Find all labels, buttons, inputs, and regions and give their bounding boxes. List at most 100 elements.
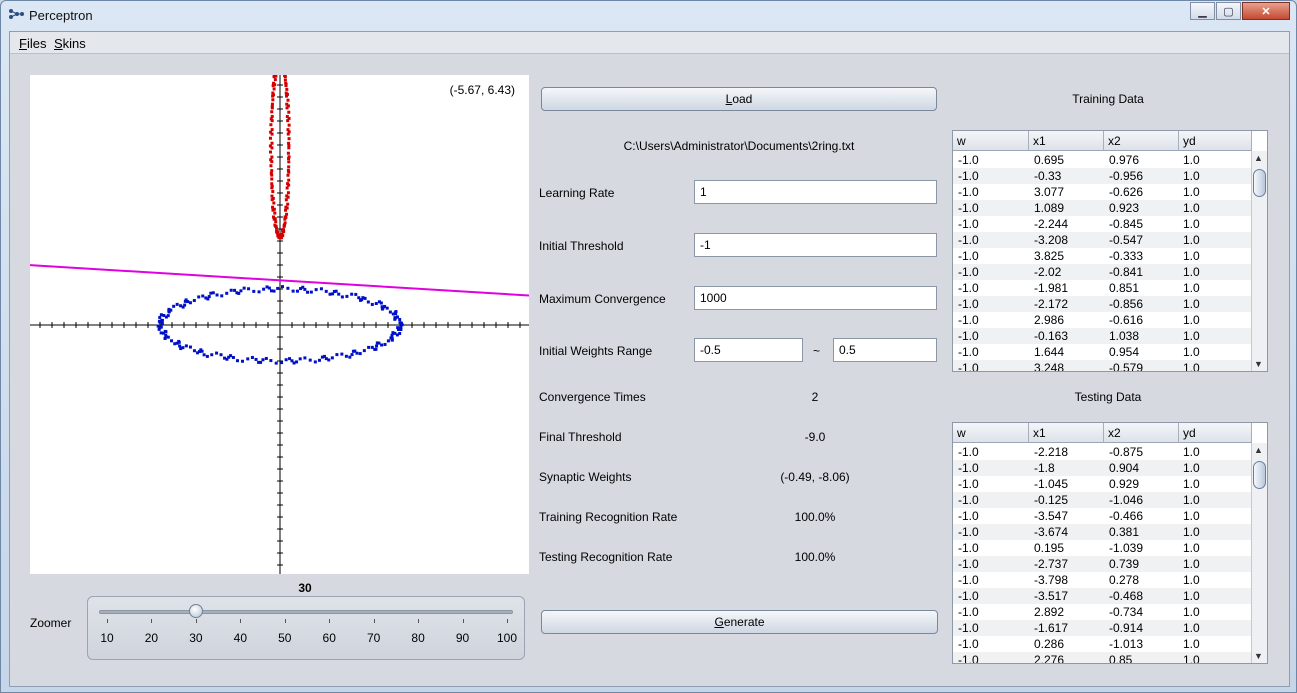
table-row[interactable]: -1.0 -2.02 -0.841 1.0 bbox=[953, 264, 1252, 280]
column-header-x1[interactable]: x1 bbox=[1029, 131, 1104, 151]
training-table[interactable]: w x1 x2 yd -1.0 0.695 0.976 1.0 -1.0 -0.33 -0.… bbox=[952, 130, 1268, 372]
table-row[interactable]: -1.0 3.825 -0.333 1.0 bbox=[953, 248, 1252, 264]
table-row[interactable]: -1.0 0.695 0.976 1.0 bbox=[953, 152, 1252, 168]
table-row[interactable]: -1.0 2.986 -0.616 1.0 bbox=[953, 312, 1252, 328]
table-row[interactable]: -1.0 -3.547 -0.466 1.0 bbox=[953, 508, 1252, 524]
slider-tick bbox=[507, 619, 508, 623]
data-point-class-b bbox=[313, 360, 317, 364]
table-row[interactable]: -1.0 2.892 -0.734 1.0 bbox=[953, 604, 1252, 620]
scroll-up-icon[interactable]: ▲ bbox=[1254, 445, 1263, 455]
table-cell: -1.0 bbox=[958, 525, 979, 539]
table-row[interactable]: -1.0 -0.33 -0.956 1.0 bbox=[953, 168, 1252, 184]
table-cell: 2.276 bbox=[1034, 653, 1065, 663]
title-bar[interactable]: Perceptron ▁ ▢ ✕ bbox=[1, 1, 1296, 31]
learning-rate-input[interactable]: 1 bbox=[694, 180, 937, 204]
plot-canvas[interactable]: (-5.67, 6.43) bbox=[29, 58, 530, 574]
scroll-thumb[interactable] bbox=[1253, 461, 1266, 489]
table-row[interactable]: -1.0 -1.981 0.851 1.0 bbox=[953, 280, 1252, 296]
testing-table[interactable]: w x1 x2 yd -1.0 -2.218 -0.875 1.0 -1.0 -1.8 0.… bbox=[952, 422, 1268, 664]
table-row[interactable]: -1.0 2.276 0.85 1.0 bbox=[953, 652, 1252, 663]
slider-tick bbox=[373, 619, 375, 623]
data-point-class-b bbox=[177, 340, 181, 344]
table-row[interactable]: -1.0 -1.617 -0.914 1.0 bbox=[953, 620, 1252, 636]
table-row[interactable]: -1.0 -3.517 -0.468 1.0 bbox=[953, 588, 1252, 604]
minimize-button[interactable]: ▁ bbox=[1190, 2, 1215, 20]
table-row[interactable]: -1.0 -1.045 0.929 1.0 bbox=[953, 476, 1252, 492]
column-header-x1[interactable]: x1 bbox=[1029, 423, 1104, 443]
training-rate-label: Training Recognition Rate bbox=[539, 510, 678, 524]
column-header-x2[interactable]: x2 bbox=[1104, 423, 1179, 443]
table-row[interactable]: -1.0 -3.798 0.278 1.0 bbox=[953, 572, 1252, 588]
scroll-down-icon[interactable]: ▼ bbox=[1254, 359, 1263, 369]
menu-files[interactable]: Files bbox=[19, 36, 46, 51]
data-point-class-b bbox=[370, 302, 374, 306]
column-header-w[interactable]: w bbox=[953, 423, 1029, 443]
data-point-class-b bbox=[272, 289, 276, 293]
max-convergence-label: Maximum Convergence bbox=[539, 292, 666, 306]
zoomer-slider[interactable]: 10 20 30 40 50 60 70 80 90 100 bbox=[87, 596, 525, 660]
training-scrollbar[interactable]: ▲ ▼ bbox=[1251, 151, 1267, 371]
data-point-class-b bbox=[398, 331, 402, 335]
data-point-class-a bbox=[287, 141, 291, 145]
data-point-class-a bbox=[285, 186, 289, 190]
data-point-class-a bbox=[287, 165, 291, 169]
table-row[interactable]: -1.0 -2.172 -0.856 1.0 bbox=[953, 296, 1252, 312]
table-cell: 1.0 bbox=[1183, 345, 1200, 359]
data-point-class-b bbox=[233, 288, 237, 292]
column-header-x2[interactable]: x2 bbox=[1104, 131, 1179, 151]
slider-tick-label: 60 bbox=[322, 631, 336, 645]
slider-thumb[interactable] bbox=[188, 604, 203, 618]
weights-range-label: Initial Weights Range bbox=[539, 344, 653, 358]
weights-range-min-input[interactable]: -0.5 bbox=[694, 338, 803, 362]
menu-skins[interactable]: Skins bbox=[54, 36, 86, 51]
table-row[interactable]: -1.0 1.089 0.923 1.0 bbox=[953, 200, 1252, 216]
convergence-times-label: Convergence Times bbox=[539, 390, 646, 404]
table-row[interactable]: -1.0 -3.208 -0.547 1.0 bbox=[953, 232, 1252, 248]
table-row[interactable]: -1.0 -2.244 -0.845 1.0 bbox=[953, 216, 1252, 232]
testing-scrollbar[interactable]: ▲ ▼ bbox=[1251, 443, 1267, 663]
table-row[interactable]: -1.0 -0.163 1.038 1.0 bbox=[953, 328, 1252, 344]
table-row[interactable]: -1.0 -2.737 0.739 1.0 bbox=[953, 556, 1252, 572]
table-row[interactable]: -1.0 3.077 -0.626 1.0 bbox=[953, 184, 1252, 200]
data-point-class-b bbox=[319, 287, 323, 291]
column-header-yd[interactable]: yd bbox=[1179, 131, 1252, 151]
data-point-class-b bbox=[284, 358, 288, 362]
column-header-yd[interactable]: yd bbox=[1179, 423, 1252, 443]
column-header-w[interactable]: w bbox=[953, 131, 1029, 151]
maximize-button[interactable]: ▢ bbox=[1216, 2, 1241, 20]
table-cell: -0.579 bbox=[1109, 361, 1144, 371]
slider-tick bbox=[284, 619, 286, 623]
table-row[interactable]: -1.0 1.644 0.954 1.0 bbox=[953, 344, 1252, 360]
table-cell: 3.248 bbox=[1034, 361, 1065, 371]
table-row[interactable]: -1.0 3.248 -0.579 1.0 bbox=[953, 360, 1252, 371]
table-row[interactable]: -1.0 -0.125 -1.046 1.0 bbox=[953, 492, 1252, 508]
table-row[interactable]: -1.0 0.195 -1.039 1.0 bbox=[953, 540, 1252, 556]
table-row[interactable]: -1.0 -2.218 -0.875 1.0 bbox=[953, 444, 1252, 460]
max-convergence-input[interactable]: 1000 bbox=[694, 286, 937, 310]
table-cell: -1.0 bbox=[958, 281, 979, 295]
initial-threshold-input[interactable]: -1 bbox=[694, 233, 937, 257]
data-point-class-a bbox=[271, 98, 275, 102]
scroll-thumb[interactable] bbox=[1253, 169, 1266, 197]
table-row[interactable]: -1.0 0.286 -1.013 1.0 bbox=[953, 636, 1252, 652]
data-point-class-b bbox=[210, 353, 214, 357]
table-row[interactable]: -1.0 -1.8 0.904 1.0 bbox=[953, 460, 1252, 476]
generate-button[interactable]: Generate bbox=[541, 610, 938, 634]
data-point-class-b bbox=[377, 300, 381, 304]
slider-track[interactable] bbox=[99, 610, 513, 614]
data-point-class-a bbox=[271, 190, 275, 194]
table-cell: -1.0 bbox=[958, 297, 979, 311]
table-cell: -2.172 bbox=[1034, 297, 1069, 311]
scroll-up-icon[interactable]: ▲ bbox=[1254, 153, 1263, 163]
close-button[interactable]: ✕ bbox=[1242, 2, 1290, 20]
data-point-class-a bbox=[271, 84, 275, 88]
load-button[interactable]: Load bbox=[541, 87, 937, 111]
scroll-down-icon[interactable]: ▼ bbox=[1254, 651, 1263, 661]
weights-range-max-input[interactable]: 0.5 bbox=[833, 338, 937, 362]
table-row[interactable]: -1.0 -3.674 0.381 1.0 bbox=[953, 524, 1252, 540]
data-point-class-a bbox=[270, 128, 274, 132]
table-cell: -1.039 bbox=[1109, 541, 1144, 555]
data-point-class-b bbox=[262, 287, 266, 291]
table-cell: 1.038 bbox=[1109, 329, 1140, 343]
data-point-class-a bbox=[287, 137, 291, 141]
